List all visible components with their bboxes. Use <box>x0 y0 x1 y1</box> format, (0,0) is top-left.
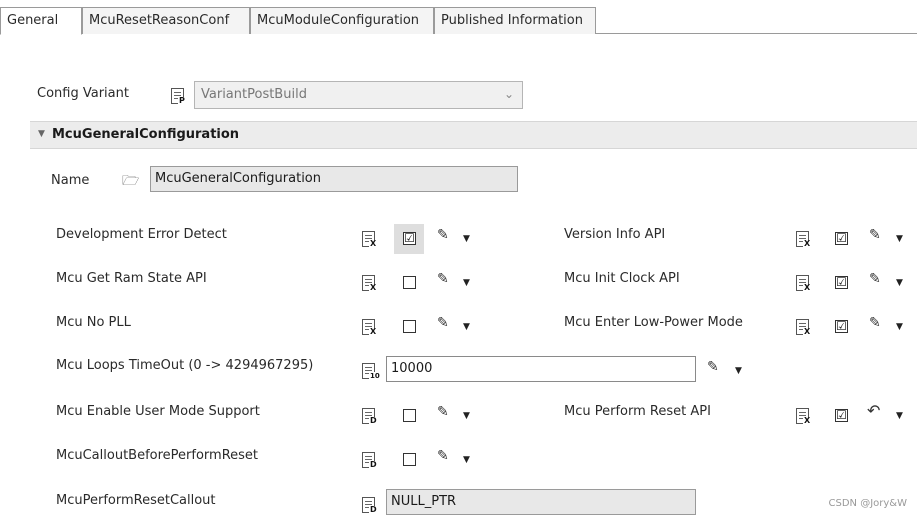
doc-xd-icon: D <box>362 452 378 469</box>
tab-mcu-module-configuration[interactable]: McuModuleConfiguration <box>250 7 434 34</box>
dropdown-arrow-icon[interactable]: ▼ <box>896 322 903 332</box>
doc-x-icon: X <box>362 275 378 292</box>
tab-mcu-reset-reason-conf[interactable]: McuResetReasonConf <box>82 7 250 34</box>
development-error-detect-checkbox[interactable]: ☑ <box>403 232 416 245</box>
mcu-callout-before-perform-reset-checkbox[interactable] <box>403 453 416 466</box>
dropdown-arrow-icon[interactable]: ▼ <box>463 322 470 332</box>
mcu-get-ram-state-api-label: Mcu Get Ram State API <box>56 271 207 286</box>
folder-icon: 🗁 <box>122 173 140 189</box>
dropdown-arrow-icon[interactable]: ▼ <box>896 411 903 421</box>
name-value: McuGeneralConfiguration <box>155 171 321 186</box>
section-mcu-general-configuration[interactable]: ▼ McuGeneralConfiguration <box>30 121 917 149</box>
config-variant-badge: P <box>178 96 186 105</box>
dropdown-arrow-icon[interactable]: ▼ <box>896 234 903 244</box>
mcu-loops-timeout-label: Mcu Loops TimeOut (0 -> 4294967295) <box>56 358 314 373</box>
doc-numeric-icon: 10 <box>362 363 381 380</box>
chevron-down-icon[interactable]: ⌄ <box>504 87 514 101</box>
version-info-api-label: Version Info API <box>564 227 666 242</box>
development-error-detect-label: Development Error Detect <box>56 227 227 242</box>
name-label: Name <box>51 173 90 188</box>
dropdown-arrow-icon[interactable]: ▼ <box>463 234 470 244</box>
doc-x-icon: X <box>796 408 812 425</box>
mcu-callout-before-perform-reset-label: McuCalloutBeforePerformReset <box>56 448 259 463</box>
dropdown-arrow-icon[interactable]: ▼ <box>735 366 742 376</box>
doc-x-icon: X <box>362 231 378 248</box>
dropdown-arrow-icon[interactable]: ▼ <box>463 278 470 288</box>
pencil-icon[interactable]: ✎ <box>869 227 881 243</box>
tab-bar: General McuResetReasonConf McuModuleConf… <box>0 0 917 35</box>
mcu-perform-reset-callout-input[interactable]: NULL_PTR <box>386 489 696 515</box>
reset-arrow-icon[interactable]: ↶ <box>867 401 880 420</box>
pencil-icon[interactable]: ✎ <box>437 271 449 287</box>
mcu-loops-timeout-input[interactable]: 10000 <box>386 356 696 382</box>
mcu-init-clock-api-checkbox[interactable]: ☑ <box>835 276 848 289</box>
tab-general[interactable]: General <box>0 7 82 35</box>
mcu-get-ram-state-api-checkbox[interactable] <box>403 276 416 289</box>
dropdown-arrow-icon[interactable]: ▼ <box>896 278 903 288</box>
mcu-no-pll-checkbox[interactable] <box>403 320 416 333</box>
doc-x-icon: X <box>796 231 812 248</box>
mcu-no-pll-label: Mcu No PLL <box>56 315 131 330</box>
pencil-icon[interactable]: ✎ <box>437 227 449 243</box>
doc-xd-icon: D <box>362 408 378 425</box>
mcu-enable-user-mode-support-checkbox[interactable] <box>403 409 416 422</box>
mcu-init-clock-api-label: Mcu Init Clock API <box>564 271 680 286</box>
version-info-api-checkbox[interactable]: ☑ <box>835 232 848 245</box>
mcu-enter-low-power-mode-label: Mcu Enter Low-Power Mode <box>564 315 743 330</box>
section-title: McuGeneralConfiguration <box>52 127 240 142</box>
pencil-icon[interactable]: ✎ <box>707 359 719 375</box>
mcu-perform-reset-callout-label: McuPerformResetCallout <box>56 493 216 508</box>
mcu-loops-timeout-value: 10000 <box>391 361 433 376</box>
mcu-enable-user-mode-support-label: Mcu Enable User Mode Support <box>56 404 260 419</box>
doc-x-icon: X <box>796 319 812 336</box>
config-variant-label: Config Variant <box>37 86 129 101</box>
doc-d-icon: D <box>362 497 378 514</box>
pencil-icon[interactable]: ✎ <box>869 315 881 331</box>
mcu-enter-low-power-mode-checkbox[interactable]: ☑ <box>835 320 848 333</box>
pencil-icon[interactable]: ✎ <box>437 448 449 464</box>
dropdown-arrow-icon[interactable]: ▼ <box>463 455 470 465</box>
mcu-perform-reset-api-label: Mcu Perform Reset API <box>564 404 711 419</box>
collapse-triangle-icon[interactable]: ▼ <box>38 129 45 139</box>
pencil-icon[interactable]: ✎ <box>869 271 881 287</box>
name-input[interactable]: McuGeneralConfiguration <box>150 166 518 192</box>
pencil-icon[interactable]: ✎ <box>437 404 449 420</box>
mcu-perform-reset-callout-value: NULL_PTR <box>391 494 457 509</box>
config-variant-select[interactable]: VariantPostBuild ⌄ <box>194 81 523 109</box>
doc-x-icon: X <box>796 275 812 292</box>
config-variant-value: VariantPostBuild <box>201 87 307 102</box>
doc-x-icon: X <box>362 319 378 336</box>
tab-published-information[interactable]: Published Information <box>434 7 596 34</box>
watermark: CSDN @Jory&W <box>828 498 907 509</box>
mcu-perform-reset-api-checkbox[interactable]: ☑ <box>835 409 848 422</box>
dropdown-arrow-icon[interactable]: ▼ <box>463 411 470 421</box>
pencil-icon[interactable]: ✎ <box>437 315 449 331</box>
config-variant-doc-icon: P <box>171 88 186 105</box>
